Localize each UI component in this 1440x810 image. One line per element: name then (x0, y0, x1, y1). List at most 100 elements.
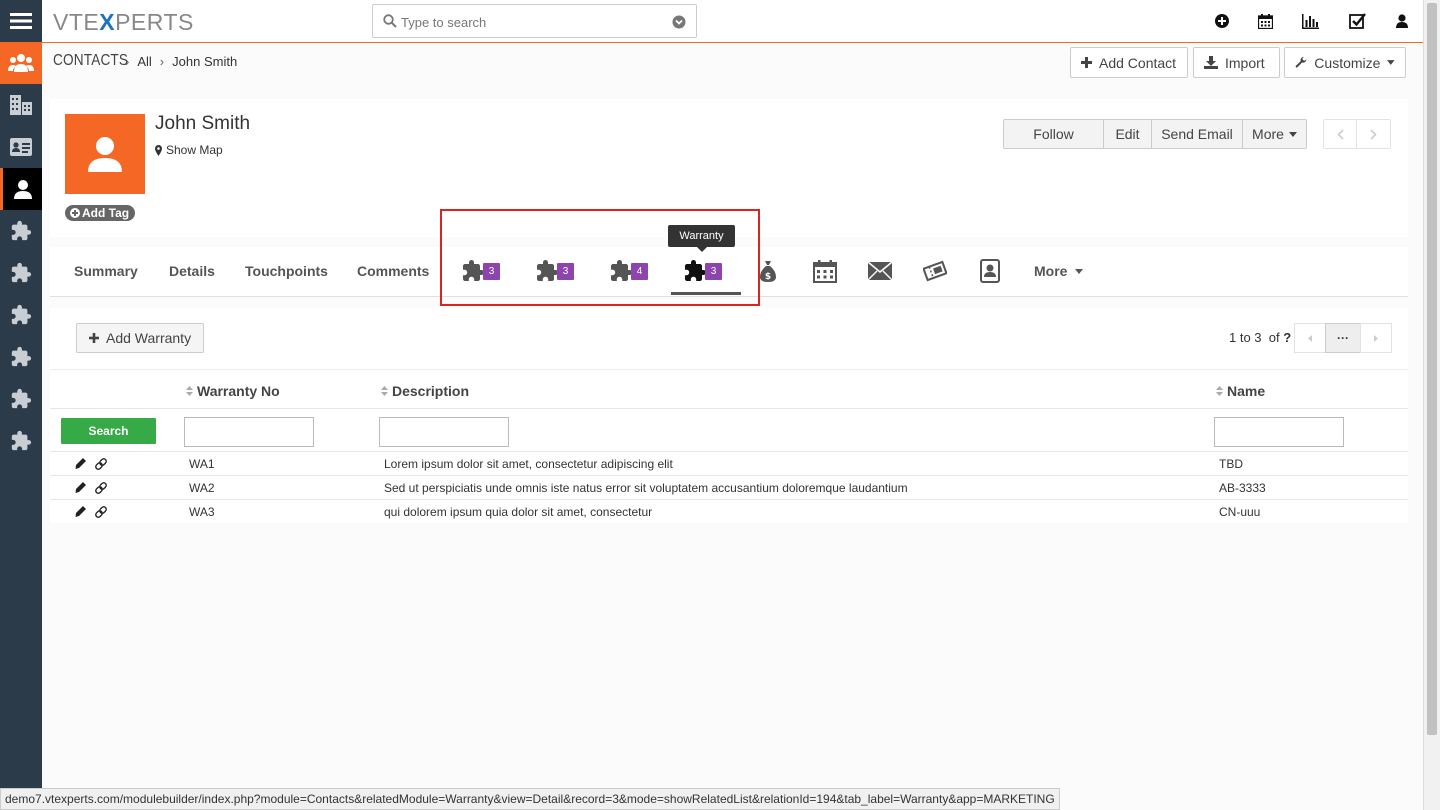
vertical-scrollbar[interactable] (1423, 0, 1440, 810)
rail-module-5[interactable] (0, 378, 42, 420)
puzzle-icon (11, 346, 32, 367)
tab-summary[interactable]: Summary (74, 247, 138, 295)
breadcrumb-record[interactable]: John Smith (172, 54, 237, 69)
next-record-button[interactable] (1357, 120, 1390, 148)
rail-module-1[interactable] (0, 210, 42, 252)
add-tag-button[interactable]: Add Tag (65, 205, 136, 221)
sort-icon (381, 386, 388, 396)
global-search (372, 4, 697, 38)
breadcrumb-module[interactable]: CONTACTS (53, 52, 128, 70)
add-warranty-button[interactable]: Add Warranty (76, 323, 205, 353)
puzzle-icon (11, 304, 32, 325)
tab-touchpoints[interactable]: Touchpoints (245, 247, 328, 295)
tab-activities[interactable] (813, 247, 837, 295)
envelope-icon (868, 262, 892, 280)
show-map-link[interactable]: Show Map (155, 143, 223, 157)
contact-icon (13, 180, 32, 199)
table-row[interactable]: WA1 Lorem ipsum dolor sit amet, consecte… (50, 452, 1408, 476)
rail-module-6[interactable] (0, 420, 42, 462)
follow-button[interactable]: Follow (1004, 120, 1104, 148)
contact-placeholder-icon (88, 137, 122, 172)
related-list: Add Warranty 1 to 3 of ? ··· Warranty No… (50, 308, 1408, 523)
plus-icon (89, 333, 99, 343)
add-contact-button[interactable]: Add Contact (1070, 47, 1188, 78)
calendar-icon[interactable] (1258, 14, 1273, 29)
calendar-icon (813, 259, 837, 283)
link-icon[interactable] (95, 482, 107, 494)
map-marker-icon (155, 144, 162, 156)
plus-icon (70, 208, 80, 218)
menu-icon[interactable] (0, 0, 42, 42)
cell-description: Sed ut perspiciatis unde omnis iste natu… (384, 481, 908, 495)
breadcrumb-all[interactable]: All (137, 54, 151, 69)
scrollbar-thumb[interactable] (1427, 3, 1437, 735)
cell-description: qui dolorem ipsum quia dolor sit amet, c… (384, 505, 653, 519)
column-name[interactable]: Name (1216, 383, 1265, 399)
pencil-icon[interactable] (75, 458, 86, 469)
table-header: Warranty No Description Name (50, 369, 1408, 409)
rail-marketing[interactable] (0, 42, 42, 84)
table-row[interactable]: WA2 Sed ut perspiciatis unde omnis iste … (50, 476, 1408, 500)
tab-emails[interactable] (868, 247, 892, 295)
warranty-no-filter[interactable] (184, 417, 314, 447)
caret-down-icon (1075, 268, 1084, 274)
link-icon[interactable] (95, 506, 107, 518)
search-input[interactable] (401, 12, 661, 32)
more-actions-button[interactable]: More (1243, 120, 1306, 148)
caret-right-icon (1374, 334, 1378, 342)
tab-opportunities[interactable]: $ (760, 247, 776, 295)
edit-button[interactable]: Edit (1104, 120, 1152, 148)
rail-contacts[interactable] (0, 168, 42, 210)
name-filter[interactable] (1214, 417, 1344, 447)
previous-page-button[interactable] (1294, 323, 1326, 353)
tab-tickets[interactable] (923, 247, 947, 295)
chevron-down-icon[interactable] (672, 15, 686, 29)
cell-description: Lorem ipsum dolor sit amet, consectetur … (384, 457, 673, 471)
user-icon[interactable] (1396, 14, 1408, 28)
bar-chart-icon[interactable] (1302, 14, 1319, 29)
rail-leads[interactable] (0, 126, 42, 168)
rail-module-2[interactable] (0, 252, 42, 294)
table-row[interactable]: WA3 qui dolorem ipsum quia dolor sit ame… (50, 500, 1408, 524)
rail-organizations[interactable] (0, 84, 42, 126)
building-icon (10, 95, 32, 115)
app-logo[interactable]: VTEXPERTS (53, 9, 194, 36)
link-icon[interactable] (95, 458, 107, 470)
chevron-left-icon (1336, 128, 1344, 140)
ticket-icon (923, 260, 947, 282)
record-name: John Smith (155, 113, 251, 134)
pencil-icon[interactable] (75, 506, 86, 517)
chevron-right-icon: › (159, 53, 165, 69)
send-email-button[interactable]: Send Email (1152, 120, 1243, 148)
caret-down-icon (1387, 60, 1395, 65)
pagination-info: 1 to 3 of ? (1229, 330, 1292, 345)
annotation-highlight-box (440, 209, 760, 306)
chevron-right-icon (1370, 128, 1377, 140)
users-icon (8, 54, 34, 72)
checkbox-icon[interactable] (1349, 12, 1366, 29)
plus-circle-icon[interactable] (1215, 14, 1229, 28)
import-button[interactable]: Import (1193, 47, 1280, 78)
column-warranty-no[interactable]: Warranty No (186, 383, 280, 399)
cell-warranty-no: WA3 (189, 505, 215, 519)
cell-name: AB-3333 (1219, 481, 1266, 495)
pencil-icon[interactable] (75, 482, 86, 493)
search-button[interactable]: Search (61, 418, 156, 444)
column-description[interactable]: Description (381, 383, 469, 399)
plus-icon (1081, 57, 1092, 68)
description-filter[interactable] (379, 417, 509, 447)
rail-module-4[interactable] (0, 336, 42, 378)
filter-row: Search (50, 409, 1408, 452)
tab-comments[interactable]: Comments (357, 247, 429, 295)
previous-record-button[interactable] (1324, 120, 1358, 148)
caret-left-icon (1308, 334, 1312, 342)
rail-module-3[interactable] (0, 294, 42, 336)
page-jump-button[interactable]: ··· (1325, 323, 1361, 353)
next-page-button[interactable] (1360, 323, 1392, 353)
top-bar: VTEXPERTS (42, 0, 1423, 43)
tab-contacts[interactable] (980, 247, 1000, 295)
tab-more[interactable]: More (1034, 247, 1084, 295)
breadcrumb: CONTACTS › All › John Smith (53, 52, 237, 70)
customize-button[interactable]: Customize (1284, 47, 1406, 78)
tab-details[interactable]: Details (169, 247, 215, 295)
